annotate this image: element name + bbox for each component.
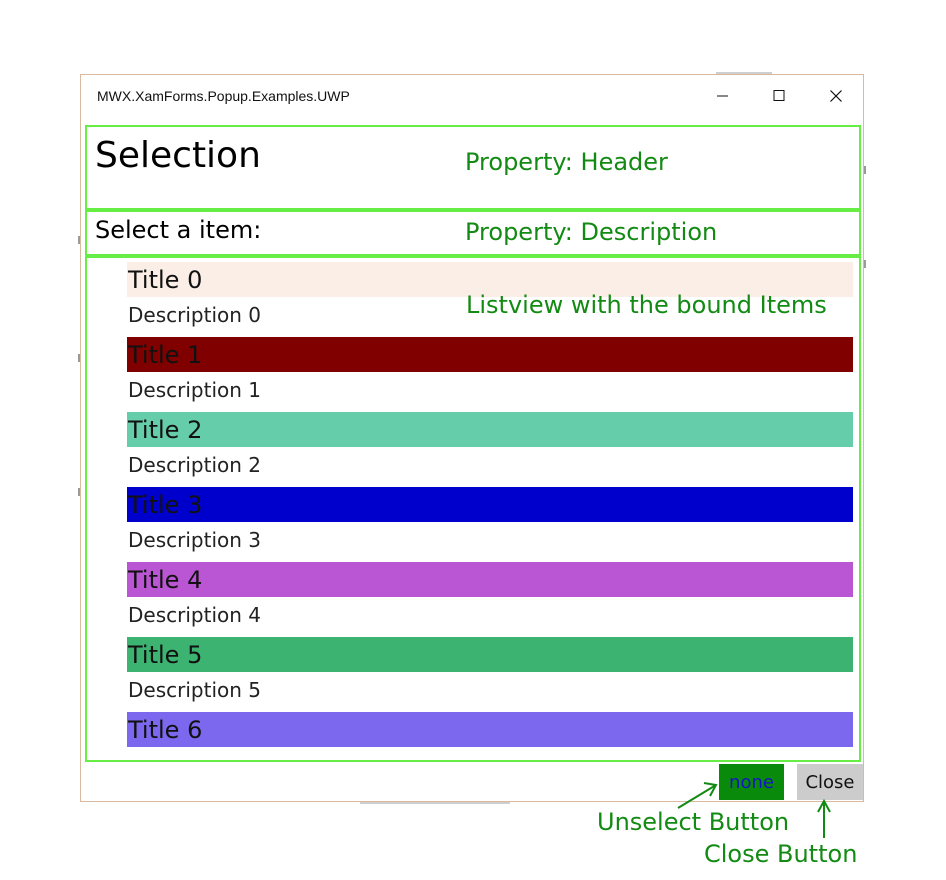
annotation-unselect-button: Unselect Button bbox=[597, 808, 790, 836]
list-item[interactable]: Title 5 Description 5 bbox=[127, 637, 853, 712]
annotation-close-button: Close Button bbox=[704, 840, 858, 868]
item-description: Description 2 bbox=[128, 453, 261, 477]
item-title: Title 6 bbox=[127, 712, 853, 747]
arrow-head-icon bbox=[817, 798, 831, 813]
close-button[interactable]: Close bbox=[797, 764, 863, 800]
item-title: Title 2 bbox=[127, 412, 853, 447]
maximize-icon bbox=[773, 90, 785, 101]
item-description: Description 4 bbox=[128, 603, 261, 627]
annotation-header-property: Property: Header bbox=[465, 148, 668, 176]
item-description: Description 1 bbox=[128, 378, 261, 402]
items-listview[interactable]: Title 0 Description 0 Title 1 Description 1… bbox=[127, 262, 853, 787]
item-title: Title 1 bbox=[127, 337, 853, 372]
app-window: MWX.XamForms.Popup.Examples.UWP Selectio… bbox=[80, 74, 864, 802]
list-item[interactable]: Title 1 Description 1 bbox=[127, 337, 853, 412]
background-edge bbox=[864, 166, 866, 174]
item-title: Title 3 bbox=[127, 487, 853, 522]
item-description: Description 3 bbox=[128, 528, 261, 552]
minimize-icon bbox=[717, 95, 728, 97]
item-title: Title 4 bbox=[127, 562, 853, 597]
annotation-listview: Listview with the bound Items bbox=[466, 291, 827, 319]
list-item[interactable]: Title 2 Description 2 bbox=[127, 412, 853, 487]
window-close-button[interactable] bbox=[808, 75, 864, 117]
annotation-description-property: Property: Description bbox=[465, 218, 718, 246]
popup-description: Select a item: bbox=[95, 216, 262, 244]
minimize-button[interactable] bbox=[695, 75, 751, 117]
unselect-button[interactable]: none bbox=[719, 764, 784, 800]
item-description: Description 5 bbox=[128, 678, 261, 702]
maximize-button[interactable] bbox=[751, 75, 807, 117]
close-icon bbox=[830, 90, 842, 102]
title-bar[interactable]: MWX.XamForms.Popup.Examples.UWP bbox=[81, 75, 863, 117]
background-edge bbox=[360, 802, 510, 804]
list-item[interactable]: Title 3 Description 3 bbox=[127, 487, 853, 562]
popup-header: Selection bbox=[95, 135, 261, 176]
window-title: MWX.XamForms.Popup.Examples.UWP bbox=[97, 88, 350, 104]
background-edge bbox=[864, 260, 866, 268]
list-item[interactable]: Title 4 Description 4 bbox=[127, 562, 853, 637]
item-title: Title 5 bbox=[127, 637, 853, 672]
item-description: Description 0 bbox=[128, 303, 261, 327]
